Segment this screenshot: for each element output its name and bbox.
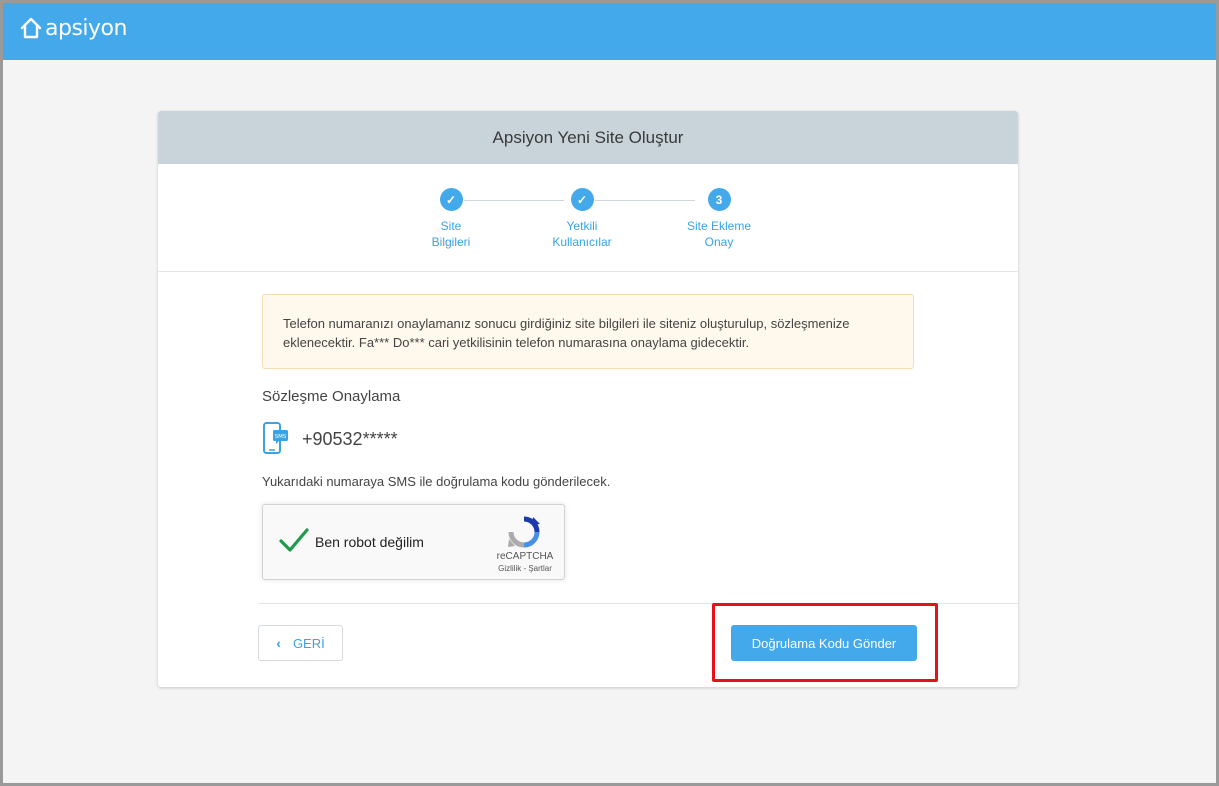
phone-row: SMS +90532***** [262,421,398,457]
recaptcha-links[interactable]: Gizlilik - Şartlar [485,564,565,573]
wizard-stepper: ✓ Site Bilgileri ✓ Yetkili Kullanıcılar … [158,164,1018,272]
apsiyon-logo[interactable]: apsiyon [19,13,127,43]
step-number: 3 [707,188,731,211]
svg-text:SMS: SMS [275,434,287,440]
alert-text: Telefon numaranızı onaylamanız sonucu gi… [283,316,850,350]
house-icon [20,17,42,39]
sms-phone-icon: SMS [263,422,288,454]
recaptcha-widget[interactable]: Ben robot değilim reCAPTCHA Gizlilik - Ş… [262,504,565,580]
recaptcha-brand: reCAPTCHA [496,551,554,562]
info-alert: Telefon numaranızı onaylamanız sonucu gi… [262,294,914,369]
step-yetkili-kullanicilar[interactable]: ✓ Yetkili Kullanıcılar [532,188,632,250]
logo-text: apsiyon [45,15,127,41]
chevron-left-icon: ‹ [276,635,281,651]
card-title: Apsiyon Yeni Site Oluştur [492,127,684,147]
card-header: Apsiyon Yeni Site Oluştur [158,111,1018,164]
step-label: Site Bilgileri [431,219,471,249]
back-button[interactable]: ‹ GERİ [258,625,343,661]
step-label: Site Ekleme Onay [686,219,752,249]
captcha-label: Ben robot değilim [315,534,424,550]
step-check-icon: ✓ [570,188,594,211]
wizard-card: Apsiyon Yeni Site Oluştur ✓ Site Bilgile… [158,111,1018,687]
highlight-annotation [712,603,938,682]
phone-number: +90532***** [302,428,398,449]
step-label: Yetkili Kullanıcılar [552,219,612,249]
step-site-ekleme-onay[interactable]: 3 Site Ekleme Onay [669,188,769,250]
back-button-label: GERİ [292,635,325,651]
checkmark-icon[interactable] [279,527,309,553]
sms-info-text: Yukarıdaki numaraya SMS ile doğrulama ko… [262,474,611,489]
step-check-icon: ✓ [439,188,463,211]
section-title: Sözleşme Onaylama [262,388,401,405]
step-site-bilgileri[interactable]: ✓ Site Bilgileri [401,188,501,250]
recaptcha-logo-icon [508,516,540,548]
top-navbar: apsiyon [3,3,1216,60]
